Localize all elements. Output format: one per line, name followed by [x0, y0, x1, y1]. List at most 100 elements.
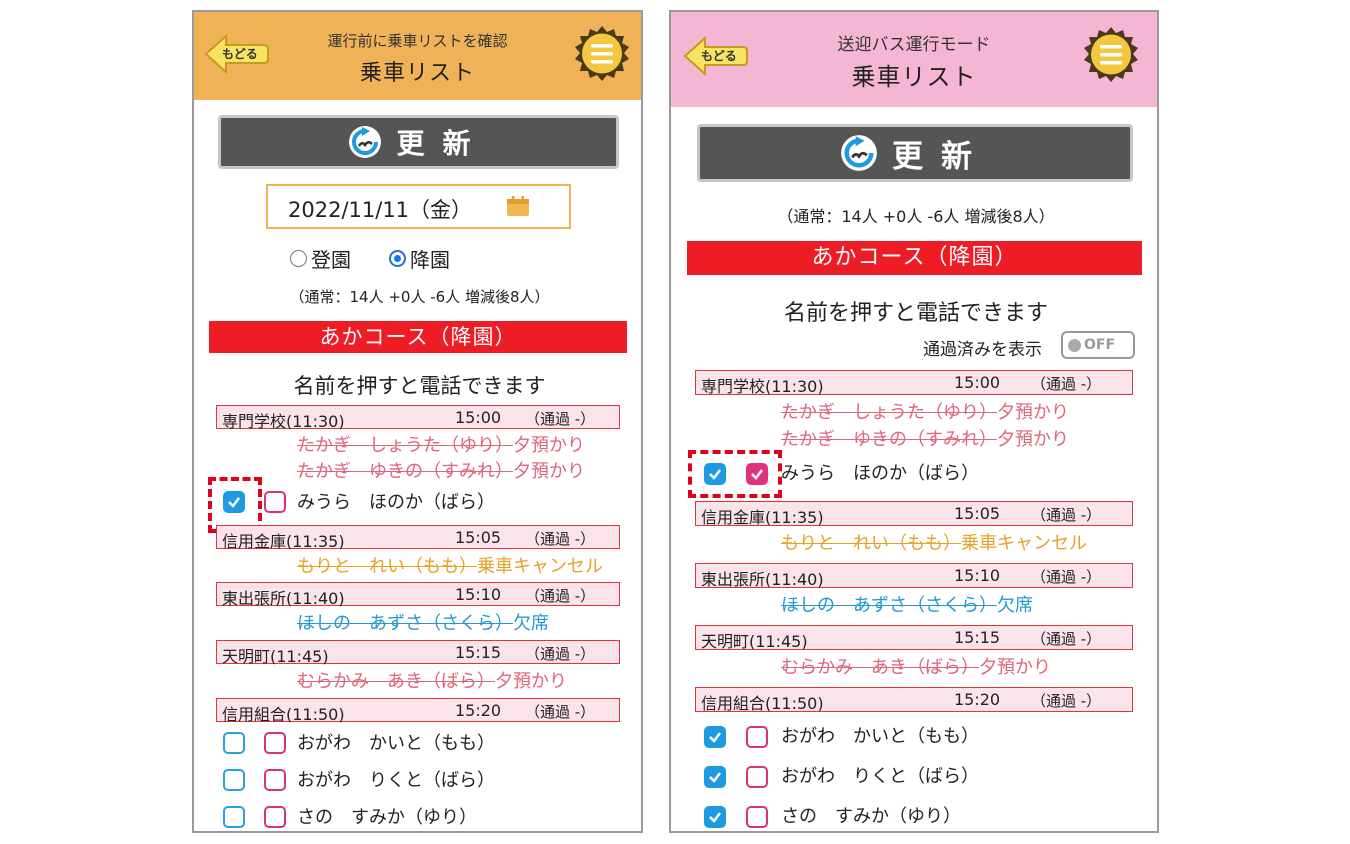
boarding-checkbox[interactable]: [223, 806, 245, 828]
radio-option-dropoff[interactable]: 降園: [389, 244, 450, 273]
stop-name: 信用金庫(11:35): [222, 532, 345, 551]
radio-label: 降園: [410, 248, 450, 272]
passenger-item[interactable]: たかぎ ゆきの（すみれ）夕預かり: [297, 457, 585, 483]
toggle-label: 通過済みを表示: [923, 340, 1042, 360]
stop-name: 専門学校(11:30): [701, 377, 824, 396]
passenger-item[interactable]: みうら ほのか（ばら）: [297, 488, 495, 514]
toggle-state: OFF: [1084, 337, 1116, 353]
passenger-note: 夕預かり: [495, 671, 567, 692]
update-label: 更新: [396, 127, 489, 160]
passenger-name: みうら ほのか（ばら）: [297, 492, 495, 513]
course-title: あかコース（降園）: [687, 241, 1142, 275]
alighting-checkbox[interactable]: [746, 726, 768, 748]
show-passed-toggle[interactable]: OFF: [1061, 331, 1135, 359]
stop-name: 信用組合(11:50): [222, 705, 345, 724]
passenger-item[interactable]: たかぎ しょうた（ゆり）夕預かり: [297, 431, 585, 457]
passenger-item[interactable]: さの すみか（ゆり）: [297, 803, 477, 829]
hamburger-menu-icon: [575, 26, 629, 81]
calendar-icon: [507, 196, 529, 216]
passenger-note: 夕預かり: [997, 402, 1069, 423]
stop-status: （通過 -）: [525, 587, 596, 605]
passenger-name: たかぎ ゆきの（すみれ）: [297, 461, 513, 482]
boarding-checkbox[interactable]: [223, 769, 245, 791]
stop-time: 15:00: [954, 373, 1001, 392]
stop-row: 信用組合(11:50) 15:20 （通過 -）: [216, 698, 620, 724]
stop-row: 信用金庫(11:35) 15:05 （通過 -）: [695, 501, 1133, 527]
stop-name: 専門学校(11:30): [222, 412, 345, 431]
passenger-note: 欠席: [997, 595, 1033, 616]
stop-time: 15:10: [455, 585, 502, 604]
stop-row: 専門学校(11:30) 15:00 （通過 -）: [695, 370, 1133, 396]
check-icon: [709, 812, 721, 823]
stop-name: 東出張所(11:40): [701, 570, 824, 589]
passenger-item[interactable]: たかぎ しょうた（ゆり）夕預かり: [781, 398, 1069, 424]
passenger-summary: （通常：14人 +0人 -6人 増減後8人）: [289, 288, 550, 306]
stop-time: 15:00: [455, 408, 502, 427]
passenger-name: ほしの あずさ（さくら）: [297, 613, 513, 634]
passenger-item[interactable]: おがわ かいと（もも）: [781, 722, 979, 748]
passenger-name: もりと れい（もも）: [297, 556, 477, 577]
stop-status: （通過 -）: [1031, 692, 1102, 710]
passenger-item[interactable]: ほしの あずさ（さくら）欠席: [297, 609, 549, 635]
alighting-checkbox[interactable]: [264, 769, 286, 791]
stop-name: 信用金庫(11:35): [701, 508, 824, 527]
alighting-checkbox[interactable]: [264, 806, 286, 828]
stop-row: 信用組合(11:50) 15:20 （通過 -）: [695, 687, 1133, 713]
menu-button[interactable]: [572, 24, 632, 84]
passenger-name: さの すみか（ゆり）: [781, 806, 961, 827]
date-picker[interactable]: 2022/11/11（金）: [266, 184, 571, 229]
passenger-item[interactable]: さの すみか（ゆり）: [781, 802, 961, 828]
alighting-checkbox[interactable]: [264, 732, 286, 754]
alighting-checkbox[interactable]: [746, 806, 768, 828]
stop-name: 信用組合(11:50): [701, 694, 824, 713]
passenger-item[interactable]: おがわ かいと（もも）: [297, 729, 495, 755]
radio-on-icon: [389, 250, 406, 267]
passenger-note: 夕預かり: [513, 461, 585, 482]
stop-row: 天明町(11:45) 15:15 （通過 -）: [216, 640, 620, 666]
passenger-name: ほしの あずさ（さくら）: [781, 595, 997, 616]
stop-status: （通過 -）: [1031, 630, 1102, 648]
hamburger-menu-icon: [1084, 27, 1138, 82]
stop-name: 天明町(11:45): [701, 632, 808, 651]
passenger-item[interactable]: みうら ほのか（ばら）: [781, 459, 979, 485]
phone-screen-right: もどる 送迎バス運行モード 乗車リスト 更新 （通常：14人 +0人 -6人 増…: [669, 10, 1159, 833]
toggle-knob: [1068, 339, 1081, 352]
passenger-name: たかぎ ゆきの（すみれ）: [781, 429, 997, 450]
call-hint: 名前を押すと電話できます: [783, 301, 1048, 326]
passenger-name: もりと れい（もも）: [781, 533, 961, 554]
passenger-item[interactable]: むらかみ あき（ばら）夕預かり: [781, 653, 1051, 679]
direction-radio-group: 登園 降園: [290, 244, 488, 273]
radio-off-icon: [290, 250, 307, 267]
passenger-item[interactable]: もりと れい（もも）乗車キャンセル: [297, 552, 603, 578]
boarding-checkbox[interactable]: [704, 726, 726, 748]
passenger-note: 乗車キャンセル: [961, 533, 1087, 554]
passenger-name: おがわ かいと（もも）: [297, 733, 495, 754]
passenger-name: たかぎ しょうた（ゆり）: [781, 402, 997, 423]
stop-status: （通過 -）: [525, 703, 596, 721]
passenger-name: たかぎ しょうた（ゆり）: [297, 435, 513, 456]
update-button[interactable]: 更新: [218, 115, 619, 169]
radio-option-pickup[interactable]: 登園: [290, 244, 351, 273]
boarding-checkbox[interactable]: [223, 732, 245, 754]
passenger-item[interactable]: おがわ りくと（ばら）: [781, 762, 979, 788]
passenger-item[interactable]: たかぎ ゆきの（すみれ）夕預かり: [781, 425, 1069, 451]
passenger-item[interactable]: おがわ りくと（ばら）: [297, 766, 495, 792]
stop-time: 15:05: [954, 504, 1001, 523]
phone-screen-left: もどる 運行前に乗車リストを確認 乗車リスト 更新 2022/11/11（金）: [192, 10, 643, 833]
stop-row: 天明町(11:45) 15:15 （通過 -）: [695, 625, 1133, 651]
alighting-checkbox[interactable]: [746, 766, 768, 788]
passenger-name: みうら ほのか（ばら）: [781, 463, 979, 484]
passenger-note: 乗車キャンセル: [477, 556, 603, 577]
passenger-item[interactable]: もりと れい（もも）乗車キャンセル: [781, 529, 1087, 555]
menu-button[interactable]: [1081, 25, 1141, 85]
stop-status: （通過 -）: [525, 410, 596, 428]
alighting-checkbox[interactable]: [264, 491, 286, 513]
update-button[interactable]: 更新: [697, 124, 1133, 182]
stop-status: （通過 -）: [525, 645, 596, 663]
passenger-note: 夕預かり: [979, 657, 1051, 678]
stop-status: （通過 -）: [1031, 568, 1102, 586]
boarding-checkbox[interactable]: [704, 766, 726, 788]
boarding-checkbox[interactable]: [704, 806, 726, 828]
passenger-item[interactable]: むらかみ あき（ばら）夕預かり: [297, 667, 567, 693]
passenger-item[interactable]: ほしの あずさ（さくら）欠席: [781, 591, 1033, 617]
